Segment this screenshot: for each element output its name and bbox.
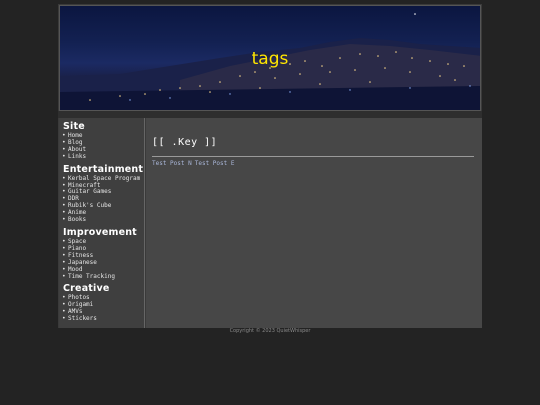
- sidebar-section-site: Site Home Blog About Links: [62, 122, 144, 161]
- post-link[interactable]: Test Post E: [195, 160, 235, 167]
- page-container: tags Site Home Blog About Links Entertai…: [58, 4, 482, 328]
- post-list: Test Post N Test Post E: [152, 160, 238, 167]
- sidebar-item-links[interactable]: Links: [62, 153, 144, 161]
- sidebar-item-time-tracking[interactable]: Time Tracking: [62, 273, 144, 281]
- sidebar-item-label[interactable]: Stickers: [68, 315, 97, 322]
- sidebar: Site Home Blog About Links Entertainment…: [59, 118, 145, 328]
- sidebar-section-creative: Creative Photos Origami AMVs Stickers: [62, 284, 144, 323]
- post-link[interactable]: Test Post N: [152, 160, 192, 167]
- sidebar-section-title: Creative: [63, 283, 110, 295]
- sidebar-item-label[interactable]: Time Tracking: [68, 273, 115, 280]
- sidebar-section-title: Entertainment: [63, 163, 144, 175]
- main-content: [[ .Key ]] Test Post N Test Post E: [146, 118, 482, 328]
- sidebar-item-label[interactable]: Links: [68, 153, 86, 160]
- heading-divider: [152, 156, 474, 157]
- sidebar-section-entertainment: Entertainment Kerbal Space Program Minec…: [62, 163, 144, 224]
- sidebar-item-label[interactable]: Books: [68, 216, 86, 223]
- sidebar-section-title: Improvement: [63, 226, 137, 238]
- sidebar-section-title: Site: [63, 121, 85, 132]
- page-title: tags: [251, 49, 289, 69]
- tag-heading: [[ .Key ]]: [152, 137, 218, 148]
- header-banner: tags: [59, 5, 481, 111]
- sidebar-item-books[interactable]: Books: [62, 216, 144, 224]
- sidebar-section-improvement: Improvement Space Piano Fitness Japanese…: [62, 226, 144, 281]
- header-divider: [58, 111, 482, 118]
- sidebar-item-stickers[interactable]: Stickers: [62, 315, 144, 323]
- footer-copyright: Copyright © 2023 QuietWhisper: [229, 328, 311, 334]
